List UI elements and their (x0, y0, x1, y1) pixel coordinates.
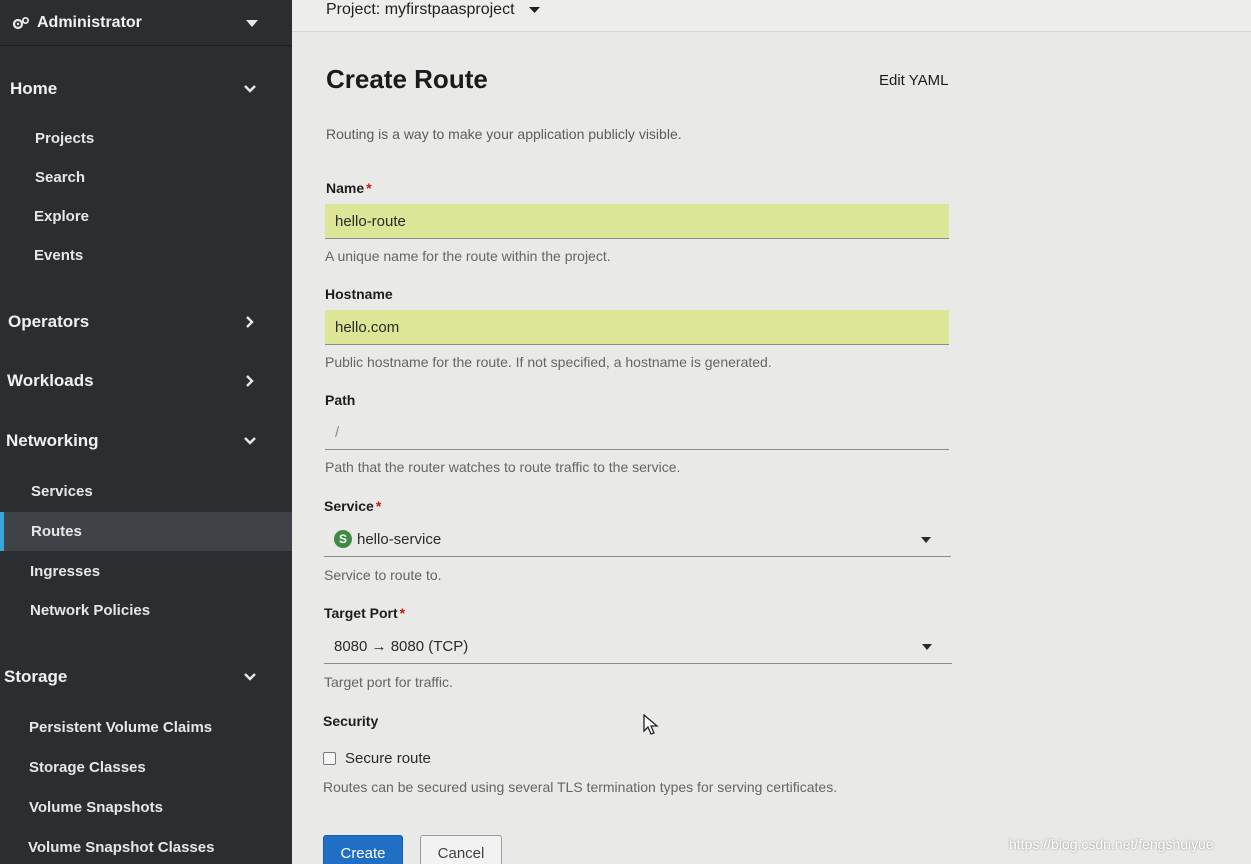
chevron-right-icon (246, 375, 254, 387)
sidebar-item-label: Volume Snapshots (29, 798, 163, 816)
path-input-placeholder: / (335, 423, 340, 441)
name-label-text: Name (326, 180, 365, 196)
sidebar-item-persistent-volume-claims[interactable]: Persistent Volume Claims (0, 709, 292, 745)
service-help: Service to route to. (324, 567, 442, 583)
required-marker: * (375, 498, 382, 514)
sidebar-item-label: Explore (34, 207, 90, 225)
nav-section-label: Storage (4, 667, 68, 686)
security-help: Routes can be secured using several TLS … (323, 779, 838, 795)
sidebar-item-label: Services (31, 482, 93, 500)
service-label: Service * (324, 498, 381, 514)
path-help: Path that the router watches to route tr… (325, 459, 681, 475)
edit-yaml-link[interactable]: Edit YAML (879, 72, 948, 89)
service-badge-icon: S (334, 530, 352, 548)
cogs-icon (12, 16, 29, 29)
path-label: Path (325, 392, 356, 408)
secure-route-checkbox[interactable] (323, 752, 336, 765)
sidebar-item-volume-snapshots[interactable]: Volume Snapshots (0, 789, 292, 825)
sidebar-item-network-policies[interactable]: Network Policies (0, 592, 292, 628)
nav-section-networking[interactable]: Networking (0, 424, 292, 458)
name-input-value: hello-route (335, 212, 406, 230)
mouse-cursor-icon (643, 714, 659, 735)
chevron-down-icon (244, 437, 256, 445)
project-label: Project: myfirstpaasproject (326, 1, 515, 18)
caret-down-icon (921, 537, 931, 543)
name-input[interactable]: hello-route (325, 204, 949, 239)
sidebar-item-events[interactable]: Events (0, 237, 292, 273)
hostname-label: Hostname (325, 286, 393, 302)
page-description: Routing is a way to make your applicatio… (326, 126, 682, 142)
target-port-select-value: 8080 → 8080 (TCP) (334, 637, 469, 655)
caret-down-icon (246, 20, 258, 27)
caret-down-icon (528, 7, 540, 13)
chevron-down-icon (244, 85, 256, 93)
nav-section-label: Workloads (7, 371, 94, 390)
name-help: A unique name for the route within the p… (325, 248, 611, 264)
service-select[interactable]: S hello-service (324, 522, 951, 557)
app-root: Administrator Home Projects Search Explo… (0, 0, 1251, 864)
nav-section-home[interactable]: Home (0, 72, 292, 106)
chevron-down-icon (244, 673, 256, 681)
cancel-button[interactable]: Cancel (420, 835, 502, 864)
nav-section-label: Networking (6, 431, 99, 450)
path-input[interactable]: / (325, 415, 949, 450)
nav-section-workloads[interactable]: Workloads (0, 364, 292, 398)
sidebar-item-storage-classes[interactable]: Storage Classes (0, 749, 292, 785)
required-marker: * (366, 180, 372, 196)
main-content: Create Route Edit YAML Routing is a way … (292, 32, 1251, 864)
secure-route-label: Secure route (345, 750, 431, 767)
hostname-input[interactable]: hello.com (325, 310, 949, 345)
target-port-label-text: Target Port (324, 605, 398, 621)
name-label: Name * (326, 180, 372, 196)
page-title: Create Route (326, 64, 488, 94)
sidebar-item-label: Ingresses (30, 562, 101, 580)
service-label-text: Service (324, 498, 374, 514)
security-label: Security (323, 713, 379, 729)
nav-section-label: Operators (8, 312, 90, 331)
sidebar-item-label: Events (34, 246, 84, 264)
watermark-text: https://blog.csdn.net/fengshuiyue (1009, 836, 1214, 852)
sidebar-item-projects[interactable]: Projects (0, 120, 292, 156)
required-marker: * (399, 605, 406, 621)
sidebar-item-label: Persistent Volume Claims (29, 718, 213, 736)
sidebar-item-label: Storage Classes (29, 758, 146, 776)
hostname-input-value: hello.com (335, 318, 400, 336)
sidebar-item-label: Volume Snapshot Classes (28, 838, 215, 856)
service-select-value: hello-service (357, 530, 442, 548)
target-port-help: Target port for traffic. (324, 674, 453, 690)
perspective-label: Administrator (37, 13, 142, 31)
nav-section-storage[interactable]: Storage (0, 660, 292, 694)
sidebar-item-label: Projects (35, 129, 95, 147)
sidebar-item-volume-snapshot-classes[interactable]: Volume Snapshot Classes (0, 829, 292, 864)
nav-section-label: Home (10, 79, 58, 98)
sidebar-item-label: Routes (31, 523, 82, 540)
top-bar: Project: myfirstpaasproject (292, 0, 1251, 32)
sidebar-item-search[interactable]: Search (0, 159, 292, 195)
sidebar-item-ingresses[interactable]: Ingresses (0, 553, 292, 589)
caret-down-icon (922, 644, 932, 650)
secure-route-option[interactable]: Secure route (323, 750, 431, 767)
hostname-help: Public hostname for the route. If not sp… (325, 354, 772, 370)
sidebar-item-explore[interactable]: Explore (0, 198, 292, 234)
perspective-switcher[interactable]: Administrator (0, 0, 292, 46)
nav-section-operators[interactable]: Operators (0, 305, 292, 339)
sidebar-item-services[interactable]: Services (0, 473, 292, 509)
sidebar-item-label: Network Policies (30, 601, 151, 619)
create-button[interactable]: Create (323, 835, 403, 864)
chevron-right-icon (246, 316, 254, 328)
target-port-label: Target Port * (324, 605, 405, 621)
target-port-select[interactable]: 8080 → 8080 (TCP) (324, 629, 952, 664)
sidebar-item-routes[interactable]: Routes (0, 512, 292, 551)
sidebar-item-label: Search (35, 168, 86, 186)
sidebar: Administrator Home Projects Search Explo… (0, 0, 292, 864)
project-selector[interactable]: Project: myfirstpaasproject (326, 1, 540, 19)
